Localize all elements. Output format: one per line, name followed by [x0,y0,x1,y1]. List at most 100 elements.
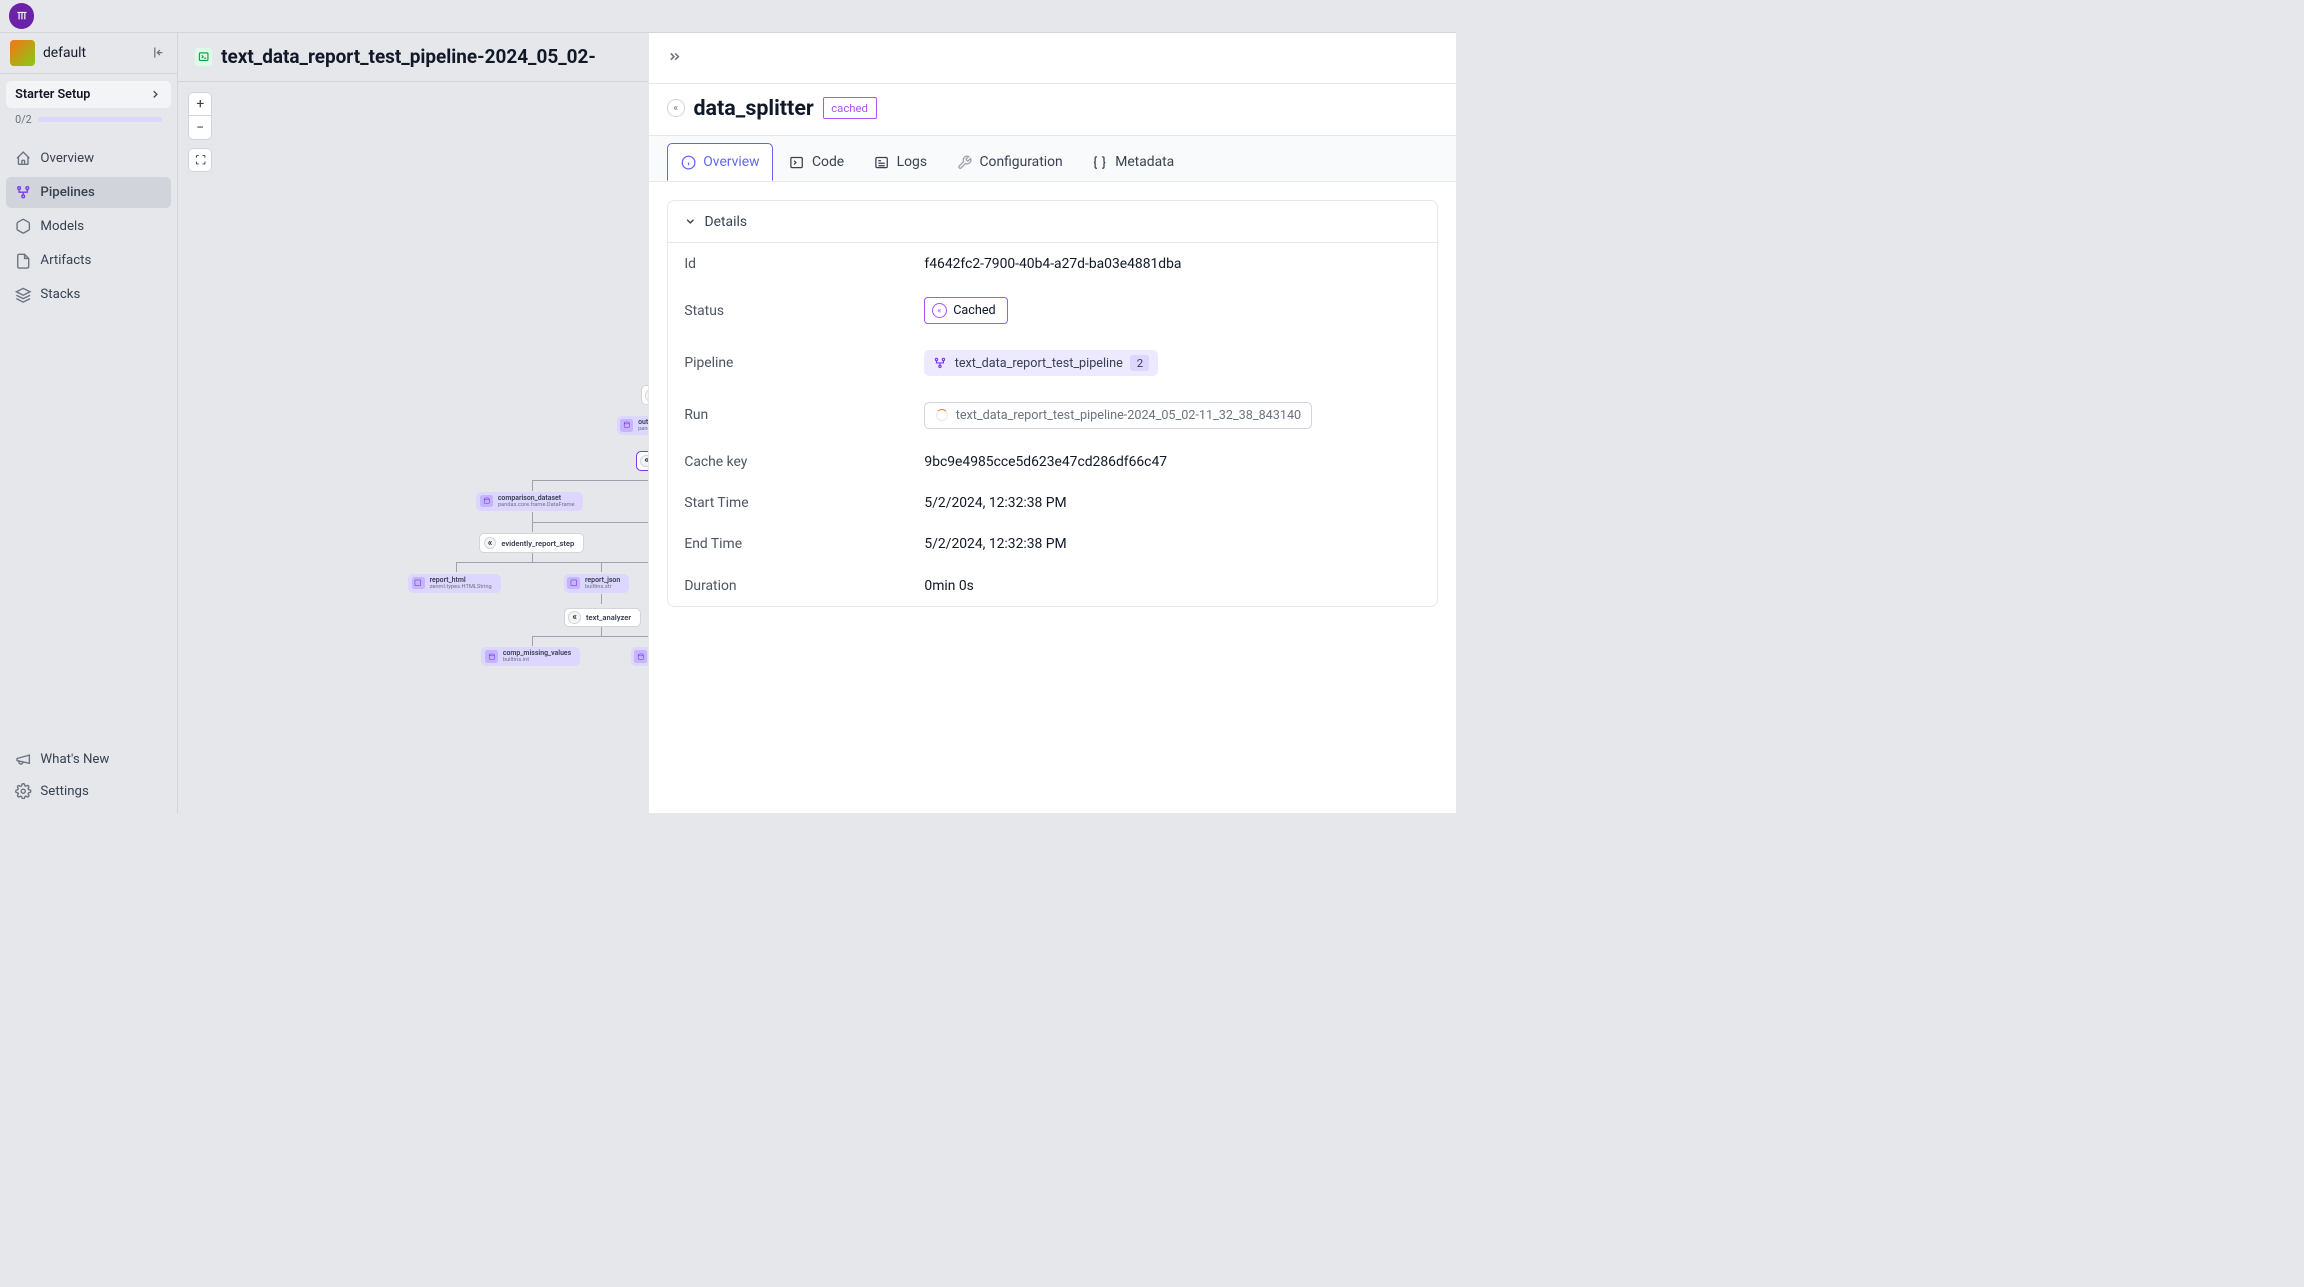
dag-step-evidently-report[interactable]: « evidently_report_step [479,533,584,553]
chevron-down-icon [684,215,697,228]
dag-step-text-analyzer[interactable]: « text_analyzer [564,608,641,628]
detail-row-end-time: End Time 5/2/2024, 12:32:38 PM [668,524,1437,565]
code-icon [789,155,804,170]
sidebar-collapse-button[interactable] [149,44,167,62]
app-logo[interactable] [9,3,34,28]
artifact-type: builtins.int [503,657,571,663]
nav-label: Overview [40,151,94,166]
nav-label: Artifacts [40,253,91,268]
cached-indicator-icon: « [667,99,685,117]
zoom-in-button[interactable]: + [188,92,212,116]
tools-icon [957,155,972,170]
nav-label: Pipelines [40,185,94,200]
info-icon [681,155,696,170]
logs-icon [874,155,889,170]
zoom-out-button[interactable]: − [188,116,212,140]
detail-row-id: Id f4642fc2-7900-40b4-a27d-ba03e4881dba [668,243,1437,284]
panel-expand-button[interactable] [667,49,682,68]
artifact-icon [480,495,493,508]
chevrons-right-icon [667,49,682,64]
tab-metadata[interactable]: Metadata [1079,143,1188,181]
detail-row-cache-key: Cache key 9bc9e4985cce5d623e47cd286df66c… [668,441,1437,482]
dag-edge [532,522,533,532]
pipeline-icon [933,356,947,370]
details-section-header[interactable]: Details [668,201,1437,243]
pipeline-link[interactable]: text_data_report_test_pipeline 2 [924,350,1158,377]
artifact-label: comp_missing_values [503,649,571,657]
megaphone-icon [15,751,31,767]
chevron-right-icon [149,88,162,101]
dag-artifact-comp-missing[interactable]: comp_missing_values builtins.int [481,647,580,666]
dag-node-label: text_analyzer [586,613,631,622]
cached-badge: cached [823,97,877,119]
details-panel: « data_splitter cached Overview Code Log… [648,33,1455,813]
dag-edge [456,562,457,572]
collapse-icon [151,45,166,60]
detail-value: 9bc9e4985cce5d623e47cd286df66c47 [924,454,1167,470]
sidebar-item-overview[interactable]: Overview [6,143,171,175]
run-link[interactable]: text_data_report_test_pipeline-2024_05_0… [924,402,1312,429]
nav-label: Stacks [40,287,80,302]
spinner-icon [936,409,949,422]
detail-value: 5/2/2024, 12:32:38 PM [924,495,1066,511]
home-icon [15,150,31,166]
panel-top-bar [649,33,1455,84]
pipeline-name: text_data_report_test_pipeline [955,356,1123,371]
tab-label: Logs [897,154,927,170]
sidebar-item-settings[interactable]: Settings [6,775,171,807]
dag-edge [532,512,533,522]
tab-logs[interactable]: Logs [860,143,940,181]
nav-list: Overview Pipelines Models [0,138,177,316]
dag-edge [601,562,602,572]
page-title: text_data_report_test_pipeline-2024_05_0… [221,45,596,68]
nav-label: Models [40,219,84,234]
progress-row: 0/2 [6,108,171,131]
detail-label: Pipeline [684,355,924,371]
fit-view-button[interactable] [188,148,212,172]
dag-edge [532,636,533,646]
tab-label: Code [812,154,844,170]
details-card: Details Id f4642fc2-7900-40b4-a27d-ba03e… [667,200,1438,607]
artifact-label: report_html [430,576,492,584]
detail-label: End Time [684,536,924,552]
tab-configuration[interactable]: Configuration [943,143,1076,181]
detail-row-run: Run text_data_report_test_pipeline-2024_… [668,389,1437,441]
tab-label: Overview [703,154,759,170]
layers-icon [15,287,31,303]
gear-icon [15,783,31,799]
sidebar-item-models[interactable]: Models [6,211,171,243]
dag-artifact-comparison[interactable]: comparison_dataset pandas.core.frame.Dat… [476,492,583,511]
artifact-label: report_json [585,576,620,584]
detail-value: f4642fc2-7900-40b4-a27d-ba03e4881dba [924,256,1181,272]
dag-edge [532,552,533,562]
box-icon [15,218,31,234]
artifact-icon [620,419,633,432]
top-bar [0,0,1456,33]
detail-row-status: Status « Cached [668,285,1437,338]
sidebar: default Starter Setup 0/2 [0,33,178,813]
cached-step-icon: « [568,611,581,624]
workspace-name: default [43,45,142,61]
workspace-header[interactable]: default [0,33,177,74]
dag-edge [601,594,602,604]
tab-overview[interactable]: Overview [667,143,773,181]
sidebar-item-artifacts[interactable]: Artifacts [6,245,171,277]
dag-artifact-report-html[interactable]: report_html zenml.types.HTMLString [408,574,500,593]
starter-setup-toggle[interactable]: Starter Setup [6,81,171,109]
dag-artifact-report-json[interactable]: report_json builtins.str [564,574,630,593]
artifact-icon [412,577,425,590]
detail-row-start-time: Start Time 5/2/2024, 12:32:38 PM [668,483,1437,524]
cached-icon: « [932,303,947,318]
artifact-icon [567,577,580,590]
tab-code[interactable]: Code [776,143,858,181]
detail-row-duration: Duration 0min 0s [668,565,1437,606]
sidebar-item-pipelines[interactable]: Pipelines [6,177,171,209]
maximize-icon [195,154,206,165]
sidebar-item-whatsnew[interactable]: What's New [6,744,171,776]
progress-bar [38,117,162,122]
zoom-controls: + − [188,92,212,172]
detail-row-pipeline: Pipeline text_data_report_test_pipeline … [668,337,1437,389]
terminal-icon [195,48,213,66]
run-name: text_data_report_test_pipeline-2024_05_0… [956,408,1301,423]
sidebar-item-stacks[interactable]: Stacks [6,279,171,311]
